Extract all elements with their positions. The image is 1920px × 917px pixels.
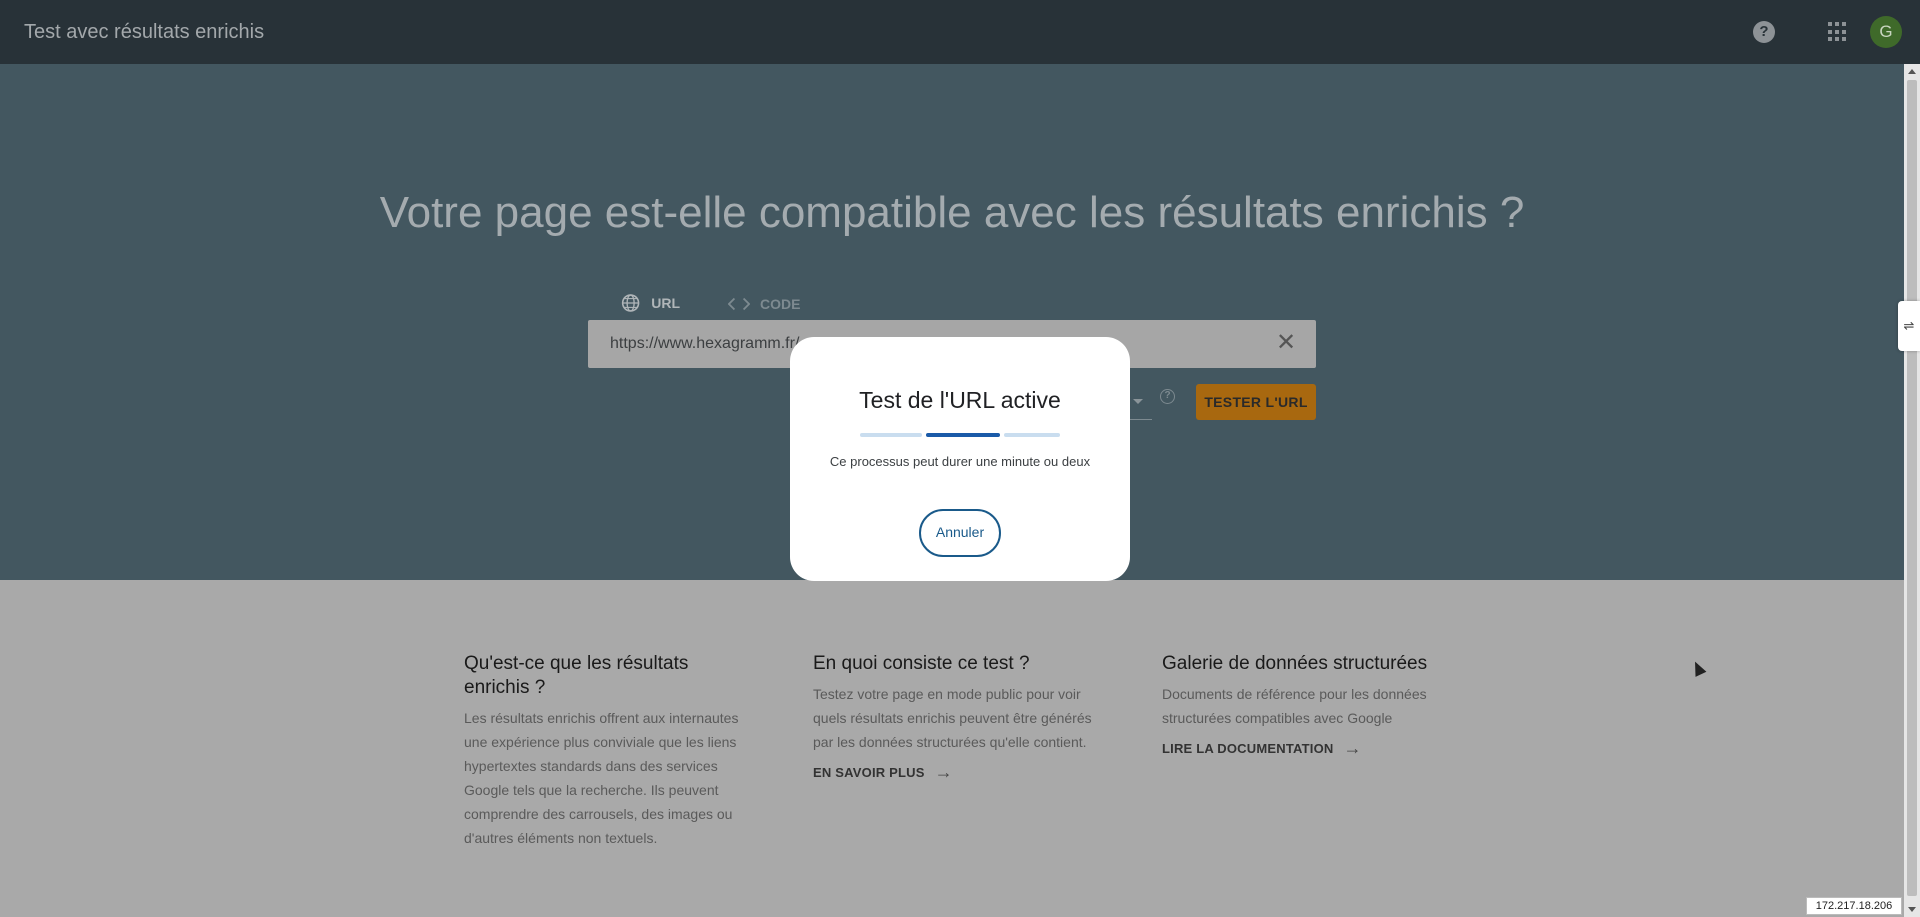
page-title: Votre page est-elle compatible avec les … — [379, 188, 1525, 237]
learn-more-link[interactable]: EN SAVOIR PLUS → — [813, 762, 1103, 783]
info-title: En quoi consiste ce test ? — [813, 653, 1030, 674]
arrow-right-icon: → — [934, 762, 953, 782]
info-column-rich-results: Qu'est-ce que les résultats enrichis ? L… — [464, 652, 754, 850]
side-panel-toggle[interactable]: ⇌ — [1898, 301, 1920, 351]
input-mode-tabs: URL CODE — [596, 284, 824, 324]
code-icon — [728, 297, 750, 311]
close-icon[interactable]: ✕ — [1274, 331, 1298, 356]
tab-url[interactable]: URL — [596, 284, 704, 324]
info-text: Documents de référence pour les données … — [1162, 686, 1427, 726]
info-section: Qu'est-ce que les résultats enrichis ? L… — [0, 580, 1904, 917]
progress-indicator — [860, 433, 1060, 437]
scroll-up-icon[interactable] — [1908, 69, 1916, 74]
help-circle-icon[interactable]: ? — [1160, 389, 1175, 404]
help-circle-icon[interactable]: ? — [1753, 21, 1775, 43]
arrow-right-icon: → — [1343, 738, 1362, 758]
info-column-gallery: Galerie de données structurées Documents… — [1162, 652, 1452, 759]
app-title: Test avec résultats enrichis — [24, 21, 265, 43]
page-scrollbar[interactable] — [1904, 64, 1920, 917]
info-text: Les résultats enrichis offrent aux inter… — [464, 710, 739, 846]
read-docs-label: LIRE LA DOCUMENTATION — [1162, 741, 1334, 756]
info-title: Qu'est-ce que les résultats enrichis ? — [464, 653, 689, 698]
app-bar: Test avec résultats enrichis ? G — [0, 0, 1920, 64]
dialog-title: Test de l'URL active — [859, 387, 1061, 413]
avatar[interactable]: G — [1870, 16, 1902, 48]
info-column-about-test: En quoi consiste ce test ? Testez votre … — [813, 652, 1103, 783]
info-title: Galerie de données structurées — [1162, 653, 1428, 674]
learn-more-label: EN SAVOIR PLUS — [813, 765, 925, 780]
apps-grid-icon[interactable] — [1828, 22, 1848, 42]
url-input-value: https://www.hexagramm.fr/ — [610, 335, 800, 352]
read-docs-link[interactable]: LIRE LA DOCUMENTATION → — [1162, 738, 1452, 759]
live-test-dialog: Test de l'URL active Ce processus peut d… — [790, 337, 1130, 581]
dialog-message: Ce processus peut durer une minute ou de… — [829, 454, 1091, 469]
globe-icon — [621, 293, 640, 312]
cancel-button[interactable]: Annuler — [919, 509, 1001, 557]
chevron-down-icon[interactable] — [1133, 399, 1143, 404]
info-text: Testez votre page en mode public pour vo… — [813, 686, 1092, 750]
tab-url-label: URL — [651, 294, 680, 311]
tab-code[interactable]: CODE — [704, 284, 824, 324]
ip-badge: 172.217.18.206 — [1806, 897, 1902, 915]
scrollbar-thumb[interactable] — [1907, 80, 1917, 896]
test-url-button[interactable]: TESTER L'URL — [1196, 384, 1316, 420]
tab-code-label: CODE — [760, 296, 801, 312]
scroll-down-icon[interactable] — [1908, 907, 1916, 912]
